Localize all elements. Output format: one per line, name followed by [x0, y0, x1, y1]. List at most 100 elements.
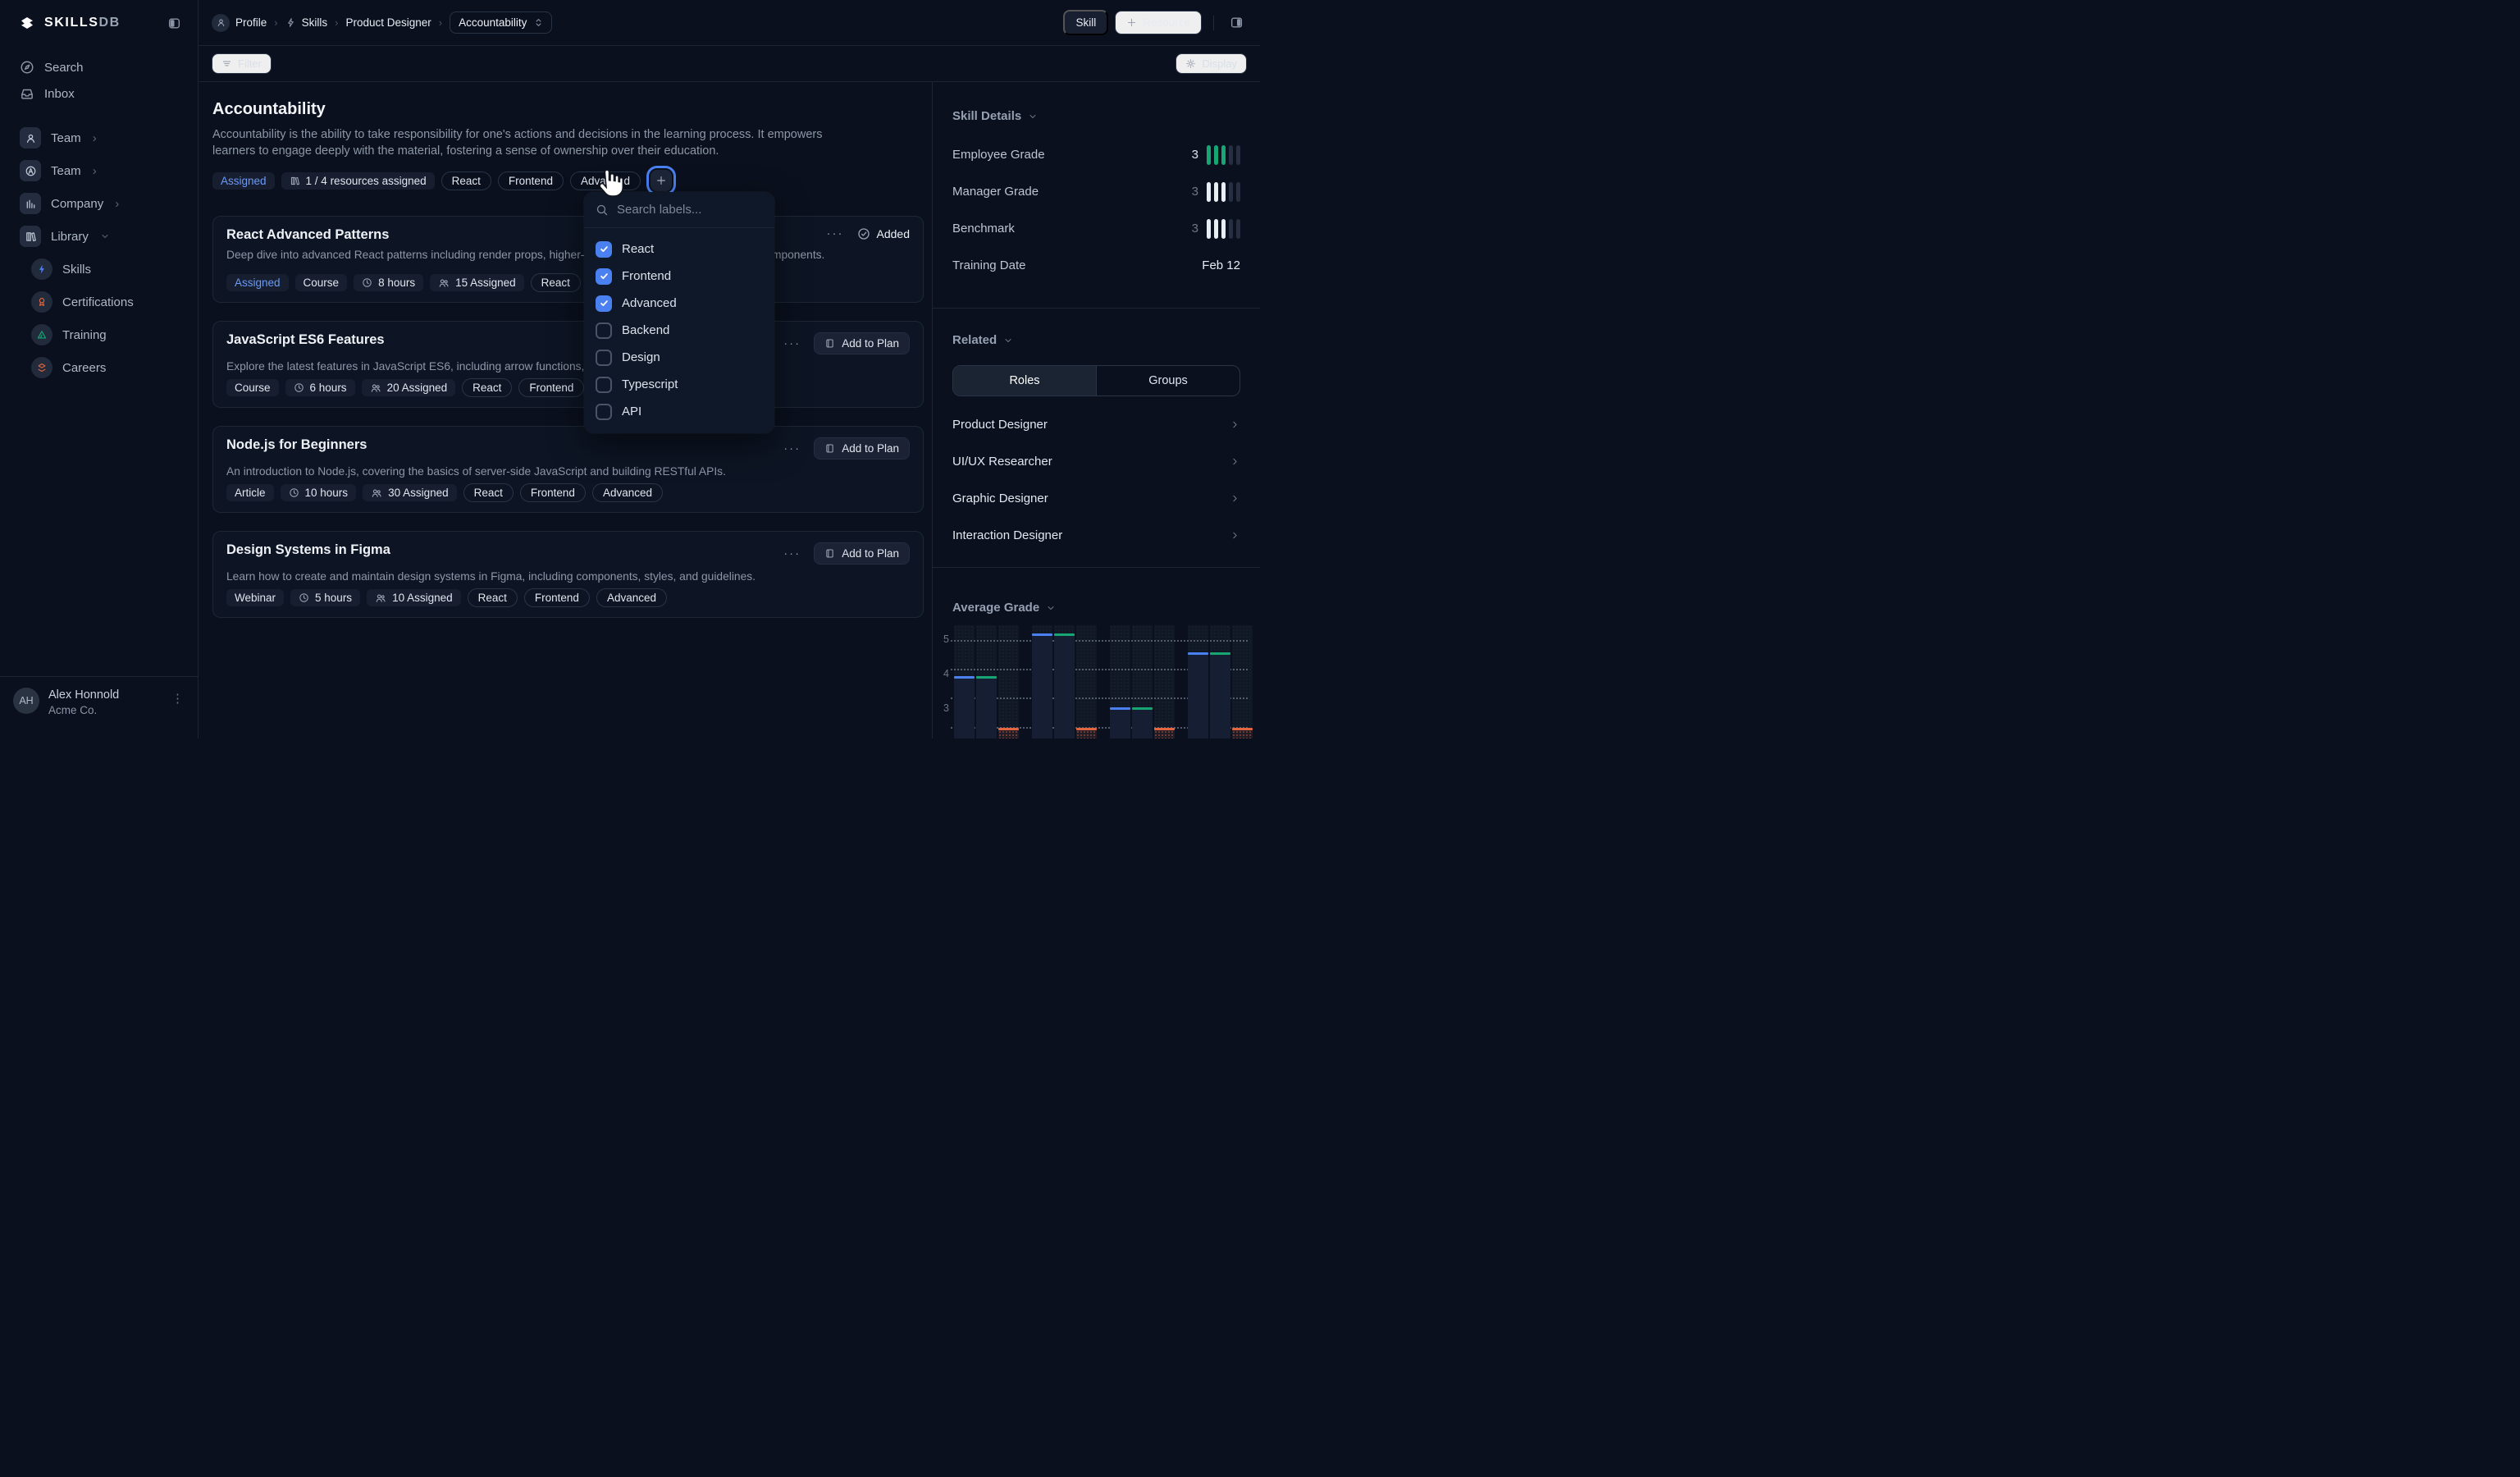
checkbox-unchecked-icon[interactable] [596, 322, 612, 339]
label-option-text: Advanced [622, 296, 677, 310]
users-icon [438, 277, 450, 289]
label-option-backend[interactable]: Backend [592, 317, 766, 344]
related-role-item[interactable]: Graphic Designer [952, 480, 1240, 517]
tag-pill[interactable]: Advanced [596, 588, 667, 607]
sidebar-collapse-icon[interactable] [163, 12, 185, 34]
chevron-down-icon [100, 231, 110, 241]
tag-pill[interactable]: React [463, 483, 514, 502]
sidebar-item-search[interactable]: Search [10, 54, 188, 80]
related-role-item[interactable]: Interaction Designer [952, 517, 1240, 554]
company-icon [20, 193, 41, 214]
user-menu-kebab-icon[interactable]: ⋮ [171, 688, 185, 738]
skills-zap-icon [31, 258, 52, 280]
skill-details-header[interactable]: Skill Details [952, 82, 1240, 123]
duration-badge: 6 hours [285, 379, 355, 396]
sidebar-item-library[interactable]: Library [10, 220, 188, 253]
average-grade-header[interactable]: Average Grade [952, 568, 1240, 615]
tag-pill[interactable]: React [441, 171, 491, 190]
add-to-plan-button[interactable]: Add to Plan [814, 542, 910, 565]
chart-bar-benchmark [1232, 728, 1253, 738]
breadcrumb-profile[interactable]: Profile [212, 14, 267, 32]
checkbox-unchecked-icon[interactable] [596, 350, 612, 366]
sidebar-item-training[interactable]: Training [21, 318, 188, 351]
skill-detail-row: Employee Grade3 [952, 136, 1240, 173]
checkbox-unchecked-icon[interactable] [596, 377, 612, 393]
labels-search-input[interactable] [617, 203, 740, 217]
tag-pill[interactable]: React [462, 378, 512, 397]
chart-bar-manager [1132, 707, 1153, 738]
more-options-icon[interactable]: ··· [827, 230, 844, 238]
page-title: Accountability [212, 100, 924, 119]
checkbox-unchecked-icon[interactable] [596, 404, 612, 420]
sidebar-item-team-1[interactable]: Team › [10, 121, 188, 154]
more-options-icon[interactable]: ··· [783, 550, 801, 558]
tag-pill[interactable]: React [531, 273, 581, 292]
chevron-down-icon [1028, 112, 1038, 121]
user-footer[interactable]: AH Alex Honnold Acme Co. ⋮ [0, 676, 198, 738]
notebook-icon [824, 548, 835, 559]
label-option-typescript[interactable]: Typescript [592, 371, 766, 398]
label-option-frontend[interactable]: Frontend [592, 263, 766, 290]
sidebar-item-team-2[interactable]: Team › [10, 154, 188, 187]
right-panel-toggle-icon[interactable] [1226, 12, 1247, 34]
grade-ticks [1207, 219, 1240, 239]
detail-label: Manager Grade [952, 185, 1192, 199]
tag-pill[interactable]: Advanced [592, 483, 663, 502]
tab-roles[interactable]: Roles [953, 366, 1097, 396]
tag-pill[interactable]: React [468, 588, 518, 607]
skill-selector[interactable]: Accountability [450, 11, 552, 34]
sidebar-item-inbox[interactable]: Inbox [10, 80, 188, 107]
label-option-text: Typescript [622, 377, 678, 391]
resource-card[interactable]: React Advanced Patterns···Added Deep dive… [212, 216, 924, 303]
card-header: Design Systems in Figma···Add to Plan [226, 542, 910, 565]
add-to-plan-button[interactable]: Add to Plan [814, 332, 910, 354]
tab-groups[interactable]: Groups [1097, 366, 1239, 396]
tag-pill[interactable]: Advanced [570, 171, 641, 190]
label-option-react[interactable]: React [592, 235, 766, 263]
sidebar-item-company[interactable]: Company › [10, 187, 188, 220]
resource-description: Deep dive into advanced React patterns i… [226, 249, 910, 261]
more-options-icon[interactable]: ··· [783, 340, 801, 348]
card-header: React Advanced Patterns···Added [226, 227, 910, 243]
toolbar: Filter Display [199, 46, 1260, 82]
sidebar-item-certifications[interactable]: Certifications [21, 286, 188, 318]
related-header[interactable]: Related [952, 309, 1240, 347]
add-to-plan-button[interactable]: Add to Plan [814, 437, 910, 460]
add-label-button[interactable] [651, 170, 672, 191]
related-role-item[interactable]: UI/UX Researcher [952, 443, 1240, 480]
card-header: Node.js for Beginners···Add to Plan [226, 437, 910, 460]
resource-card[interactable]: Node.js for Beginners···Add to PlanAn in… [212, 426, 924, 513]
chevron-sep-icon: › [439, 16, 442, 29]
resource-card[interactable]: JavaScript ES6 Features···Add to PlanExp… [212, 321, 924, 408]
checkbox-checked-icon[interactable] [596, 241, 612, 258]
status-badge: Assigned [212, 172, 275, 190]
resource-card[interactable]: Design Systems in Figma···Add to PlanLea… [212, 531, 924, 618]
label-option-advanced[interactable]: Advanced [592, 290, 766, 317]
avatar: AH [13, 688, 39, 714]
display-button[interactable]: Display [1176, 53, 1247, 74]
tag-pill[interactable]: Frontend [498, 171, 564, 190]
label-option-design[interactable]: Design [592, 344, 766, 371]
checkbox-checked-icon[interactable] [596, 268, 612, 285]
related-role-item[interactable]: Product Designer [952, 406, 1240, 443]
breadcrumb-role[interactable]: Product Designer [345, 16, 431, 29]
tag-pill[interactable]: Frontend [518, 378, 584, 397]
sidebar-item-skills[interactable]: Skills [21, 253, 188, 286]
tag-pill[interactable]: Frontend [520, 483, 586, 502]
filter-button[interactable]: Filter [212, 53, 272, 74]
breadcrumb-skills[interactable]: Skills [285, 16, 328, 29]
training-tent-icon [31, 324, 52, 345]
checkbox-checked-icon[interactable] [596, 295, 612, 312]
sidebar: SKILLSDB Search Inbox Team › [0, 0, 199, 738]
more-options-icon[interactable]: ··· [783, 445, 801, 453]
team-logo-icon [20, 160, 41, 181]
skill-button[interactable]: Skill [1063, 10, 1108, 35]
chart-bar-benchmark [998, 728, 1019, 738]
sidebar-item-careers[interactable]: Careers [21, 351, 188, 384]
label-option-api[interactable]: API [592, 398, 766, 425]
add-resource-button[interactable]: Resource [1115, 11, 1202, 34]
grade-tick [1229, 145, 1233, 165]
tag-pill[interactable]: Frontend [524, 588, 590, 607]
label-option-text: React [622, 242, 654, 256]
chart-bar-benchmark [1154, 728, 1175, 738]
